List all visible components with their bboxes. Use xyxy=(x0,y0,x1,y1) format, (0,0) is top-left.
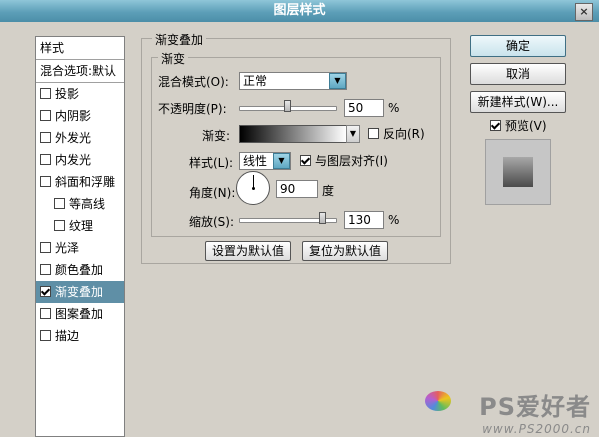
ok-button[interactable]: 确定 xyxy=(470,35,566,57)
new-style-button[interactable]: 新建样式(W)... xyxy=(470,91,566,113)
gradient-inner-title: 渐变 xyxy=(158,50,189,67)
style-list-item[interactable]: 内发光 xyxy=(36,149,124,171)
preview-checkbox-box[interactable] xyxy=(490,120,501,131)
gradient-dropdown[interactable]: ▼ xyxy=(346,125,360,143)
style-item-checkbox[interactable] xyxy=(54,220,65,231)
angle-dial-center xyxy=(252,187,255,190)
scale-unit: % xyxy=(388,213,400,227)
style-item-label: 内阴影 xyxy=(55,109,92,123)
style-list: 样式 混合选项:默认 投影内阴影外发光内发光斜面和浮雕等高线纹理光泽颜色叠加渐变… xyxy=(35,36,125,437)
cancel-button[interactable]: 取消 xyxy=(470,63,566,85)
style-list-item[interactable]: 外发光 xyxy=(36,127,124,149)
reset-default-button[interactable]: 复位为默认值 xyxy=(302,241,388,261)
chevron-down-icon: ▼ xyxy=(346,126,359,142)
opacity-slider-thumb[interactable] xyxy=(284,100,291,112)
style-list-item[interactable]: 内阴影 xyxy=(36,105,124,127)
style-item-checkbox[interactable] xyxy=(40,264,51,275)
blend-mode-value: 正常 xyxy=(243,74,268,88)
gradient-overlay-group: 渐变叠加 渐变 混合模式(O): 正常 ▼ 不透明度(P): 50 % 渐变: … xyxy=(141,31,451,264)
style-list-item[interactable]: 等高线 xyxy=(36,193,124,215)
make-default-button[interactable]: 设置为默认值 xyxy=(205,241,291,261)
style-item-label: 投影 xyxy=(55,87,80,101)
opacity-value: 50 xyxy=(348,101,364,115)
style-item-label: 等高线 xyxy=(69,197,106,211)
window-title-bar: 图层样式 × xyxy=(0,0,599,22)
style-item-checkbox[interactable] xyxy=(40,242,51,253)
style-list-header[interactable]: 样式 xyxy=(36,37,124,60)
blend-options-item[interactable]: 混合选项:默认 xyxy=(36,60,124,83)
style-item-label: 斜面和浮雕 xyxy=(55,175,116,189)
style-item-checkbox[interactable] xyxy=(40,330,51,341)
style-list-item[interactable]: 图案叠加 xyxy=(36,303,124,325)
style-item-label: 内发光 xyxy=(55,153,92,167)
scale-slider-thumb[interactable] xyxy=(318,212,326,224)
angle-input[interactable]: 90 xyxy=(276,180,318,198)
style-item-label: 渐变叠加 xyxy=(55,285,104,299)
style-label: 样式(L): xyxy=(189,156,234,170)
style-list-item[interactable]: 斜面和浮雕 xyxy=(36,171,124,193)
preview-checkbox[interactable]: 预览(V) xyxy=(490,119,547,133)
style-item-checkbox[interactable] xyxy=(40,132,51,143)
style-select[interactable]: 线性 ▼ xyxy=(239,152,291,170)
style-item-label: 描边 xyxy=(55,329,80,343)
angle-unit: 度 xyxy=(322,184,335,198)
style-list-item[interactable]: 纹理 xyxy=(36,215,124,237)
style-preview-thumbnail xyxy=(485,139,551,205)
opacity-unit: % xyxy=(388,101,400,115)
chevron-down-icon: ▼ xyxy=(329,73,346,89)
style-list-item[interactable]: 光泽 xyxy=(36,237,124,259)
style-list-item[interactable]: 投影 xyxy=(36,83,124,105)
style-items: 投影内阴影外发光内发光斜面和浮雕等高线纹理光泽颜色叠加渐变叠加图案叠加描边 xyxy=(36,83,124,347)
reverse-checkbox-box[interactable] xyxy=(368,128,379,139)
style-list-item[interactable]: 描边 xyxy=(36,325,124,347)
watermark-url: www.PS2000.cn xyxy=(482,422,591,436)
scale-value: 130 xyxy=(348,213,371,227)
style-item-label: 光泽 xyxy=(55,241,80,255)
angle-value: 90 xyxy=(280,182,296,196)
angle-label: 角度(N): xyxy=(189,186,236,200)
style-list-item[interactable]: 颜色叠加 xyxy=(36,259,124,281)
blend-mode-label: 混合模式(O): xyxy=(158,75,229,89)
style-item-checkbox[interactable] xyxy=(40,286,51,297)
style-item-label: 图案叠加 xyxy=(55,307,104,321)
angle-dial[interactable] xyxy=(236,171,270,205)
reverse-label: 反向(R) xyxy=(383,127,425,141)
gradient-swatch[interactable] xyxy=(239,125,347,143)
window-title: 图层样式 xyxy=(273,3,326,18)
align-checkbox-box[interactable] xyxy=(300,155,311,166)
style-item-checkbox[interactable] xyxy=(40,88,51,99)
style-item-checkbox[interactable] xyxy=(40,110,51,121)
opacity-label: 不透明度(P): xyxy=(158,102,227,116)
blend-mode-select[interactable]: 正常 ▼ xyxy=(239,72,347,90)
style-item-label: 外发光 xyxy=(55,131,92,145)
reverse-checkbox[interactable]: 反向(R) xyxy=(368,127,425,141)
chevron-down-icon: ▼ xyxy=(273,153,290,169)
align-label: 与图层对齐(I) xyxy=(315,154,388,168)
opacity-input[interactable]: 50 xyxy=(344,99,384,117)
style-value: 线性 xyxy=(243,154,268,168)
gradient-inner-group: 渐变 混合模式(O): 正常 ▼ 不透明度(P): 50 % 渐变: ▼ 反向(… xyxy=(151,50,441,237)
style-item-checkbox[interactable] xyxy=(54,198,65,209)
style-list-item[interactable]: 渐变叠加 xyxy=(36,281,124,303)
preview-label: 预览(V) xyxy=(505,119,547,133)
style-item-checkbox[interactable] xyxy=(40,154,51,165)
align-with-layer-checkbox[interactable]: 与图层对齐(I) xyxy=(300,154,388,168)
style-item-label: 纹理 xyxy=(69,219,94,233)
gradient-overlay-title: 渐变叠加 xyxy=(152,31,207,48)
site-watermark: PS爱好者 www.PS2000.cn xyxy=(421,387,591,436)
scale-label: 缩放(S): xyxy=(189,215,235,229)
style-item-checkbox[interactable] xyxy=(40,308,51,319)
style-preview-swatch xyxy=(503,157,533,187)
site-logo-icon xyxy=(425,391,451,411)
close-button[interactable]: × xyxy=(575,3,593,21)
style-item-checkbox[interactable] xyxy=(40,176,51,187)
layer-style-dialog: 样式 混合选项:默认 投影 内阴影 外发光 内发光 斜面和浮雕 等高线 纹理 光泽 颜色叠加 渐变… xyxy=(0,22,599,437)
style-item-label: 颜色叠加 xyxy=(55,263,104,277)
scale-input[interactable]: 130 xyxy=(344,211,384,229)
gradient-label: 渐变: xyxy=(202,129,231,143)
